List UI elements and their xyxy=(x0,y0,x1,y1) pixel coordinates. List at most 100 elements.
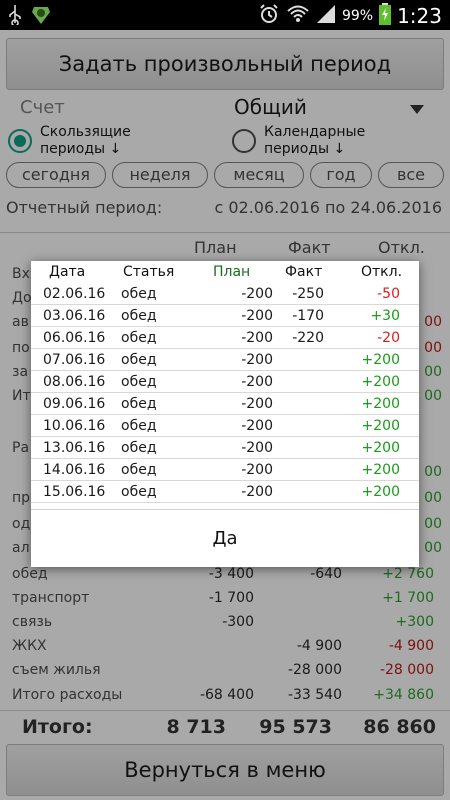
bg-header-plan: План xyxy=(194,238,237,257)
table-row[interactable]: 15.06.16 обед -200 +200 xyxy=(31,481,419,503)
pill-all[interactable]: все xyxy=(378,162,444,188)
account-select[interactable]: Общий xyxy=(234,95,307,119)
dialog-table[interactable]: 02.06.16 обед -200 -250 -50 03.06.16 обед -200 -… xyxy=(31,283,419,509)
cell-date: 15.06.16 xyxy=(43,484,106,500)
cell-dev: +200 xyxy=(361,440,400,456)
cell-item: обед xyxy=(121,462,157,478)
cell-item: обед xyxy=(121,374,157,390)
table-row[interactable]: 07.06.16 обед -200 +200 xyxy=(31,349,419,371)
bg-row-dev: +34 860 xyxy=(373,687,434,703)
account-label: Счет xyxy=(20,97,65,118)
clock: 1:23 xyxy=(397,4,442,28)
bg-row-name: Итого расходы xyxy=(12,687,123,703)
bg-row-name: съем жилья xyxy=(12,662,101,678)
bg-right-stub: 00 xyxy=(424,364,442,380)
cell-date: 07.06.16 xyxy=(43,352,106,368)
sliding-periods-label: Скользящие периоды ↓ xyxy=(40,124,131,157)
header-date: Дата xyxy=(49,264,86,280)
pill-week[interactable]: неделя xyxy=(112,162,208,188)
cell-item: обед xyxy=(121,418,157,434)
cell-item: обед xyxy=(121,396,157,412)
cell-plan: -200 xyxy=(241,330,273,346)
pill-today[interactable]: сегодня xyxy=(6,162,106,188)
cell-fact: -220 xyxy=(292,330,324,346)
bg-stub: за xyxy=(12,364,29,380)
bg-stub: ав xyxy=(12,314,29,330)
bg-row-dev: +1 700 xyxy=(382,590,434,606)
ok-button[interactable]: Да xyxy=(31,510,419,567)
totals-label: Итого: xyxy=(22,716,93,738)
cell-date: 14.06.16 xyxy=(43,462,106,478)
bg-row-fact: -28 000 xyxy=(287,662,342,678)
table-row[interactable]: 03.06.16 обед -200 -170 +30 xyxy=(31,305,419,327)
cell-dev: +200 xyxy=(361,462,400,478)
cell-plan: -200 xyxy=(241,462,273,478)
app-notification-icon xyxy=(30,4,52,30)
table-row[interactable]: 13.06.16 обед -200 +200 xyxy=(31,437,419,459)
battery-charging-icon xyxy=(379,3,392,29)
table-row[interactable]: 08.06.16 обед -200 +200 xyxy=(31,371,419,393)
cell-plan: -200 xyxy=(241,418,273,434)
cell-dev: +200 xyxy=(361,352,400,368)
bg-row-plan: -1 700 xyxy=(208,590,254,606)
cell-date: 08.06.16 xyxy=(43,374,106,390)
table-row[interactable]: 10.06.16 обед -200 +200 xyxy=(31,415,419,437)
cell-date: 10.06.16 xyxy=(43,418,106,434)
table-row[interactable]: 02.06.16 обед -200 -250 -50 xyxy=(31,283,419,305)
cell-date: 06.06.16 xyxy=(43,330,106,346)
dropdown-arrow-icon[interactable] xyxy=(410,100,424,119)
cell-dev: -50 xyxy=(377,286,400,302)
cell-date: 13.06.16 xyxy=(43,440,106,456)
bg-row-plan: -3 400 xyxy=(208,566,254,582)
cell-date: 09.06.16 xyxy=(43,396,106,412)
cell-plan: -200 xyxy=(241,440,273,456)
table-row[interactable]: 09.06.16 обед -200 +200 xyxy=(31,393,419,415)
header-fact: Факт xyxy=(285,264,323,280)
pill-month[interactable]: месяц xyxy=(214,162,304,188)
signal-icon xyxy=(316,4,336,28)
cell-item: обед xyxy=(121,286,157,302)
sliding-periods-radio[interactable] xyxy=(8,129,32,153)
bg-row-fact: -4 900 xyxy=(296,638,342,654)
bg-stub: ал xyxy=(12,540,30,556)
bg-right-stub: 00 xyxy=(424,314,442,330)
cell-item: обед xyxy=(121,484,157,500)
header-item: Статья xyxy=(123,264,175,280)
header-plan: План xyxy=(213,264,251,280)
usb-icon xyxy=(8,5,22,29)
bg-row-plan: -300 xyxy=(222,614,254,630)
bg-row-fact: -640 xyxy=(310,566,342,582)
cell-dev: +30 xyxy=(370,308,400,324)
custom-period-button[interactable]: Задать произвольный период xyxy=(6,38,444,90)
bg-row-dev: +300 xyxy=(395,614,434,630)
table-row[interactable]: 06.06.16 обед -200 -220 -20 xyxy=(31,327,419,349)
wifi-icon xyxy=(286,3,310,29)
cell-plan: -200 xyxy=(241,374,273,390)
cell-plan: -200 xyxy=(241,484,273,500)
bg-stub: по xyxy=(12,340,30,356)
cell-plan: -200 xyxy=(241,396,273,412)
totals-plan: 8 713 xyxy=(166,716,227,738)
pill-year[interactable]: год xyxy=(310,162,372,188)
cell-item: обед xyxy=(121,308,157,324)
bg-row-dev: -28 000 xyxy=(379,662,434,678)
calendar-periods-radio[interactable] xyxy=(232,129,256,153)
bg-stub: До xyxy=(12,290,32,306)
table-row[interactable]: 14.06.16 обед -200 +200 xyxy=(31,459,419,481)
bg-row-dev: -4 900 xyxy=(388,638,434,654)
cell-fact: -170 xyxy=(292,308,324,324)
cell-item: обед xyxy=(121,352,157,368)
bg-row-name: связь xyxy=(12,614,53,630)
totals-fact: 95 573 xyxy=(259,716,332,738)
bg-right-stub: 00 xyxy=(424,340,442,356)
cell-dev: +200 xyxy=(361,484,400,500)
bg-row-plan: -68 400 xyxy=(199,687,254,703)
bg-header-fact: Факт xyxy=(288,238,331,257)
cell-item: обед xyxy=(121,330,157,346)
alarm-icon xyxy=(258,3,280,29)
report-period-label: Отчетный период: xyxy=(6,198,163,217)
bg-stub: Вх xyxy=(12,266,30,282)
bg-right-stub: 00 xyxy=(424,388,442,404)
cell-plan: -200 xyxy=(241,352,273,368)
back-to-menu-button[interactable]: Вернуться в меню xyxy=(6,744,444,796)
